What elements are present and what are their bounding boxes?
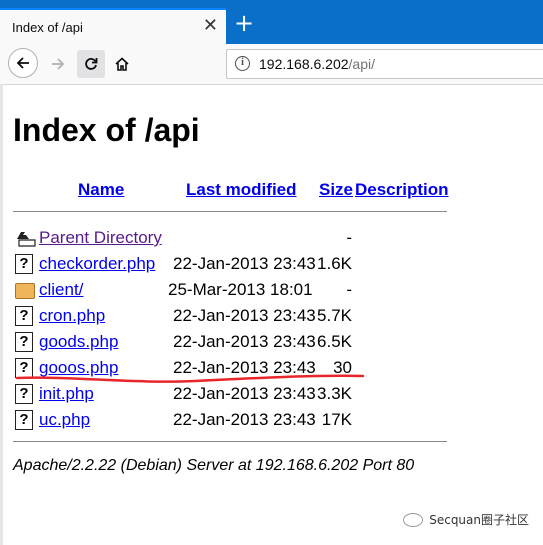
url-host: 192.168.6.202 [259,56,349,72]
unknown-file-icon: ? [15,254,33,274]
forward-button[interactable] [44,50,72,78]
home-icon [115,57,129,71]
size-cell: - [346,228,352,247]
unknown-file-icon: ? [15,384,33,404]
size-cell: 6.5K [317,332,352,351]
folder-link-client[interactable]: client/ [39,280,83,300]
date-cell: 22-Jan-2013 23:43 [173,410,316,429]
page-title: Index of /api [13,112,200,148]
divider-top [13,211,447,212]
watermark-text: Secquan圈子社区 [429,513,529,527]
listing-row: client/ 25-Mar-2013 18:01 - [13,280,453,302]
tab-active[interactable]: Index of /api ✕ [0,8,226,44]
parent-directory-link[interactable]: Parent Directory [39,228,162,248]
arrow-right-icon [52,58,65,70]
file-link-goods[interactable]: goods.php [39,332,118,352]
url-text: 192.168.6.202/api/ [259,56,375,72]
divider-bottom [13,441,447,442]
date-cell: 22-Jan-2013 23:43 [173,306,316,325]
folder-icon [15,283,35,299]
file-link-cron[interactable]: cron.php [39,306,105,326]
back-button[interactable] [8,48,38,78]
date-cell: 22-Jan-2013 23:43 [173,332,316,351]
red-annotation-underline [15,374,365,383]
date-cell: 25-Mar-2013 18:01 [168,280,313,299]
parent-directory-icon [17,232,36,247]
sort-by-size-link[interactable]: Size [319,180,353,200]
watermark: Secquan圈子社区 [403,511,529,528]
site-info-icon[interactable]: i [235,56,250,71]
file-link-uc[interactable]: uc.php [39,410,90,430]
window-edge [0,84,3,545]
address-bar[interactable]: i 192.168.6.202/api/ [226,49,543,79]
listing-row: ? checkorder.php 22-Jan-2013 23:43 1.6K [13,254,453,276]
size-cell: 3.3K [317,384,352,403]
size-cell: 1.6K [317,254,352,273]
sort-by-last-modified-link[interactable]: Last modified [186,180,297,200]
sort-by-name-link[interactable]: Name [78,180,124,200]
server-signature: Apache/2.2.22 (Debian) Server at 192.168… [13,457,415,474]
file-link-checkorder[interactable]: checkorder.php [39,254,155,274]
unknown-file-icon: ? [15,410,33,430]
home-button[interactable] [108,50,136,78]
navigation-toolbar: i 192.168.6.202/api/ [0,44,543,85]
listing-row-parent: Parent Directory - [13,228,453,250]
url-path: /api/ [348,56,375,72]
unknown-file-icon: ? [15,306,33,326]
date-cell: 22-Jan-2013 23:43 [173,384,316,403]
tab-bar: Index of /api ✕ + [0,0,543,44]
size-cell: - [346,280,352,299]
sort-by-description-link[interactable]: Description [355,180,449,200]
listing-row: ? uc.php 22-Jan-2013 23:43 17K [13,410,453,432]
unknown-file-icon: ? [15,332,33,352]
listing-row: ? init.php 22-Jan-2013 23:43 3.3K [13,384,453,406]
listing-row: ? cron.php 22-Jan-2013 23:43 5.7K [13,306,453,328]
size-cell: 5.7K [317,306,352,325]
size-cell: 17K [321,410,352,429]
file-link-init[interactable]: init.php [39,384,94,404]
date-cell: 22-Jan-2013 23:43 [173,254,316,273]
tab-title: Index of /api [12,20,83,35]
reload-icon [85,58,98,70]
listing-row: ? goods.php 22-Jan-2013 23:43 6.5K [13,332,453,354]
arrow-left-icon [16,57,29,69]
new-tab-button[interactable]: + [232,11,256,36]
close-tab-icon[interactable]: ✕ [203,16,218,36]
reload-button[interactable] [77,50,105,78]
wechat-logo-icon [403,512,424,527]
